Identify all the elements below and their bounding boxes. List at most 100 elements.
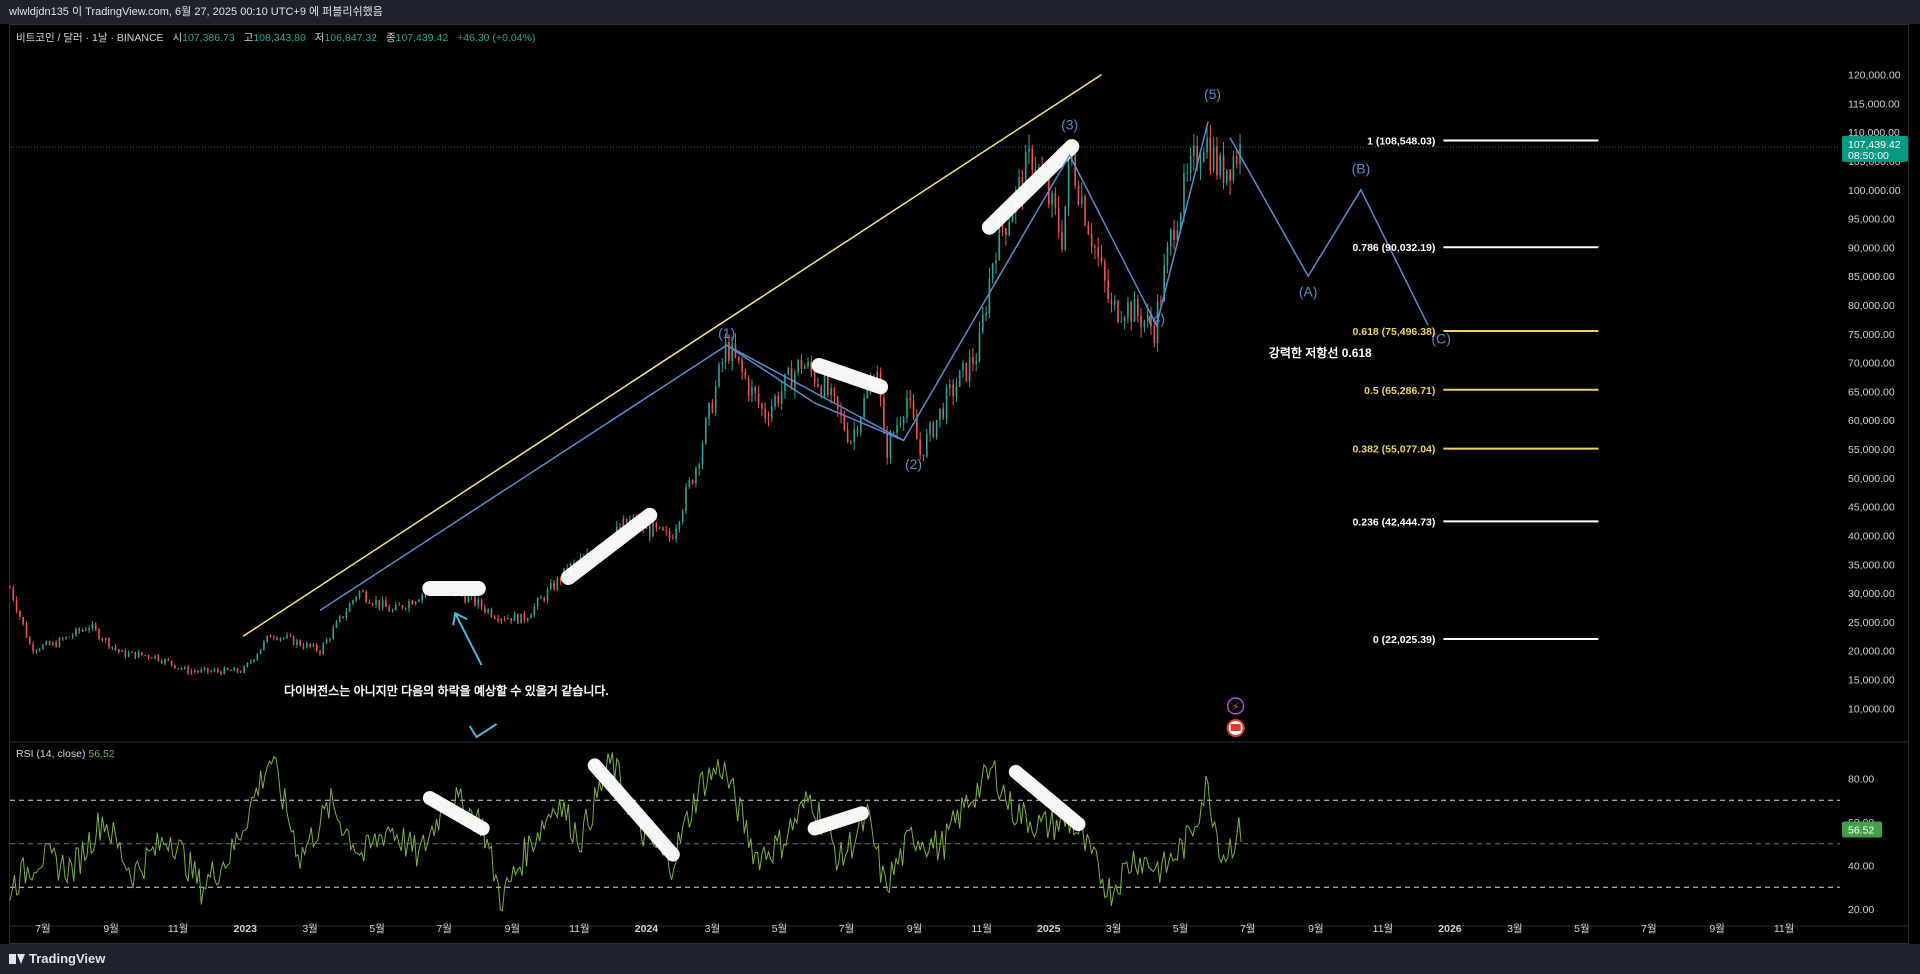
candle	[1212, 136, 1215, 173]
tradingview-logo[interactable]: TradingView	[9, 951, 105, 966]
candle	[1104, 258, 1106, 293]
candle-body	[183, 667, 186, 669]
time-axis-tick: 3월	[1106, 923, 1122, 935]
candle	[678, 520, 681, 533]
candle	[42, 643, 44, 650]
candle-body	[484, 607, 486, 612]
candle-body	[708, 402, 710, 419]
candle	[767, 411, 770, 427]
time-axis-tick: 11월	[971, 923, 992, 935]
candle	[935, 419, 938, 440]
candle-body	[1117, 300, 1119, 322]
candle-body	[800, 360, 803, 369]
candle	[220, 670, 222, 676]
candle	[487, 607, 489, 615]
candle-body	[411, 601, 414, 605]
candle-body	[203, 668, 206, 670]
candle-body	[78, 628, 81, 632]
candle	[517, 613, 519, 625]
candle	[1189, 147, 1192, 182]
candle-body	[319, 650, 321, 654]
candle-body	[705, 418, 707, 444]
price-axis-tick: 120,000.00	[1848, 70, 1901, 82]
candle-body	[266, 635, 269, 642]
candle-body	[385, 600, 387, 607]
candle	[170, 660, 173, 668]
candle-body	[553, 583, 555, 590]
candle	[249, 659, 252, 665]
candle	[32, 641, 34, 655]
wave-label: (A)	[1299, 283, 1318, 299]
candle-body	[665, 530, 668, 532]
candle	[883, 393, 885, 435]
candle-body	[25, 623, 28, 638]
candle-body	[22, 616, 24, 624]
candle	[269, 634, 272, 638]
candle-body	[1169, 230, 1172, 247]
candle	[216, 667, 219, 674]
rsi-label[interactable]: RSI (14, close)	[16, 748, 85, 760]
candle-body	[1090, 234, 1093, 247]
candle-body	[1183, 173, 1185, 214]
time-axis-tick: 3월	[705, 923, 721, 935]
candle	[780, 382, 783, 410]
candle-body	[846, 429, 849, 442]
candle	[78, 627, 81, 634]
highlight-stroke	[981, 139, 1080, 235]
candle-body	[48, 641, 51, 645]
candle	[118, 648, 120, 655]
candle	[230, 669, 232, 671]
candle	[404, 607, 407, 611]
time-axis-tick: 3월	[302, 923, 318, 935]
candle-body	[378, 599, 381, 608]
candle-body	[1080, 196, 1083, 205]
candle	[177, 668, 179, 670]
candle	[477, 596, 480, 610]
candle-body	[625, 518, 628, 523]
candle	[1028, 134, 1030, 164]
candle	[296, 638, 298, 648]
candle-body	[761, 404, 763, 409]
candle-body	[269, 635, 272, 638]
symbol-title[interactable]: 비트코인 / 달러 · 1날 · BINANCE	[16, 32, 164, 44]
wave-line	[319, 121, 1209, 612]
candle	[655, 521, 658, 532]
candle	[101, 637, 104, 643]
high-value: 108,343.80	[253, 32, 306, 44]
candle	[800, 353, 803, 374]
chart-canvas[interactable]: 10,000.00 15,000.00 20,000.00 25,000.00 30,0…	[0, 0, 1920, 974]
candle-body	[1054, 192, 1057, 208]
candle	[896, 417, 898, 438]
candle	[652, 521, 654, 537]
candle-body	[988, 278, 991, 313]
candle-body	[827, 375, 829, 395]
candle	[289, 632, 292, 638]
candle-body	[12, 587, 15, 600]
candle-body	[325, 639, 328, 644]
candle	[672, 534, 674, 540]
candle-body	[975, 361, 978, 364]
candle-body	[302, 645, 305, 648]
candle	[1130, 300, 1133, 331]
candle-body	[312, 644, 315, 647]
candle	[154, 655, 156, 660]
candle-body	[305, 643, 308, 648]
candle	[540, 594, 542, 599]
candle	[1067, 152, 1070, 217]
close-label: 종	[385, 32, 396, 44]
candle	[500, 617, 503, 625]
candle	[1057, 196, 1060, 239]
candle-body	[88, 628, 90, 631]
candle-body	[899, 423, 902, 425]
candle	[817, 377, 819, 388]
candle-body	[1067, 161, 1070, 207]
candle-body	[187, 667, 189, 674]
candle	[658, 526, 661, 530]
candle	[286, 632, 288, 640]
candle-body	[167, 659, 170, 661]
candle	[744, 368, 747, 380]
candle	[510, 618, 513, 624]
time-axis-tick: 11월	[1774, 923, 1795, 935]
candle	[497, 614, 499, 624]
candle	[902, 415, 905, 431]
